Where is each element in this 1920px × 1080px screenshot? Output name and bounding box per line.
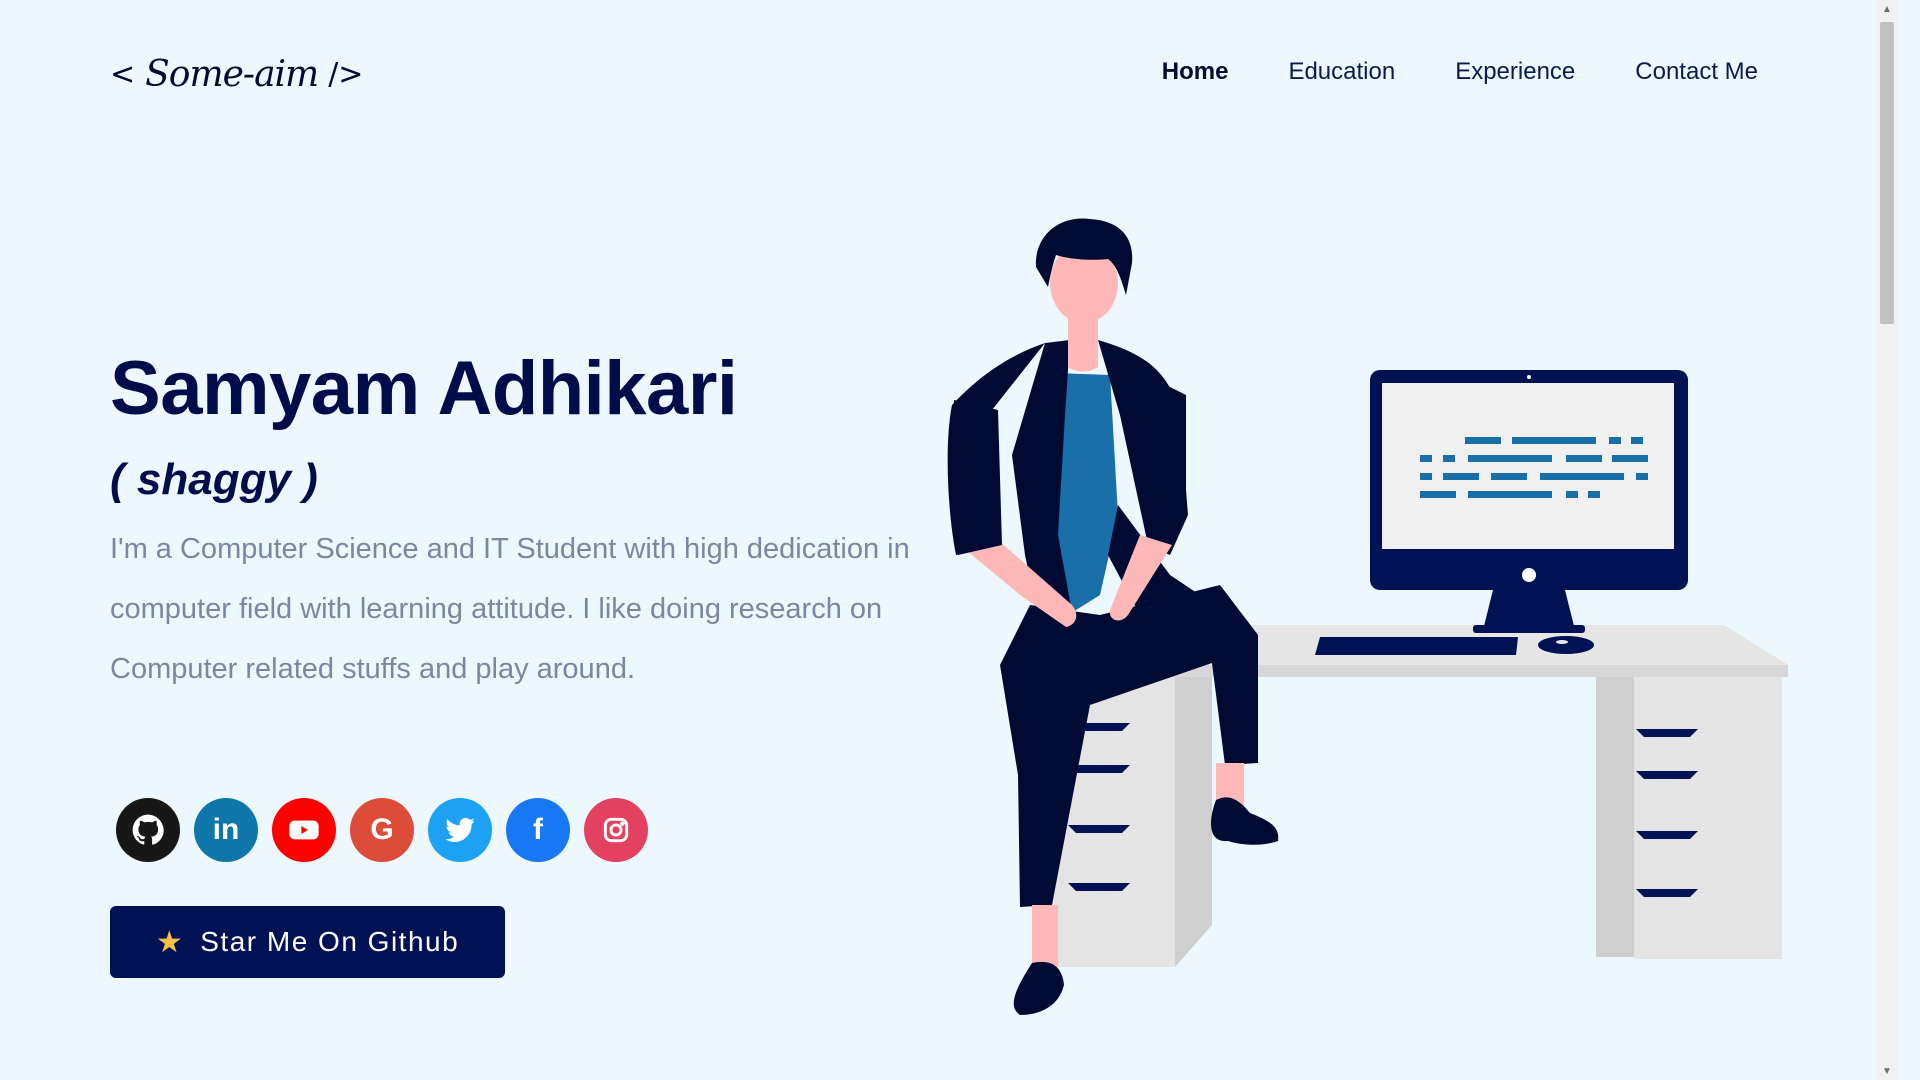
hero-name: Samyam Adhikari [110,346,738,431]
monitor [1370,370,1688,633]
logo-open-bracket: < [110,56,136,92]
star-button-label: Star Me On Github [200,926,460,957]
youtube-icon [289,820,319,840]
twitter-icon [445,817,475,842]
portfolio-page: < Some-aim /> Home Education Experience … [0,0,1898,1080]
nav-home[interactable]: Home [1162,58,1229,86]
hero-nickname: ( shaggy ) [110,455,318,504]
main-nav: Home Education Experience Contact Me [1162,58,1758,86]
scroll-up-arrow-icon[interactable]: ▲ [1876,0,1898,18]
vertical-scrollbar[interactable]: ▲ ▼ [1876,0,1898,1080]
logo-close-bracket: /> [328,56,364,92]
facebook-link[interactable]: f [506,798,570,862]
developer-desk-illustration [947,218,1788,1015]
facebook-icon: f [533,813,543,846]
github-icon [132,814,164,845]
star-on-github-button[interactable]: ★ Star Me On Github [110,906,505,978]
twitter-link[interactable] [428,798,492,862]
scroll-down-arrow-icon[interactable]: ▼ [1876,1062,1898,1080]
social-links: in G f [116,798,648,862]
nav-contact-me[interactable]: Contact Me [1635,58,1758,86]
scrollbar-thumb[interactable] [1880,22,1894,324]
linkedin-link[interactable]: in [194,798,258,862]
google-icon: G [370,813,394,846]
site-logo[interactable]: < Some-aim /> [110,44,363,104]
instagram-link[interactable] [584,798,648,862]
keyboard [1315,637,1518,655]
nav-experience[interactable]: Experience [1455,58,1575,86]
hero-bio: I'm a Computer Science and IT Student wi… [110,533,910,685]
logo-signature: Some-aim [145,53,319,95]
instagram-icon [603,817,629,843]
github-link[interactable] [116,798,180,862]
nav-education[interactable]: Education [1288,58,1395,86]
youtube-link[interactable] [272,798,336,862]
star-icon: ★ [155,925,185,959]
mouse [1538,636,1594,654]
linkedin-icon: in [212,813,240,846]
google-link[interactable]: G [350,798,414,862]
